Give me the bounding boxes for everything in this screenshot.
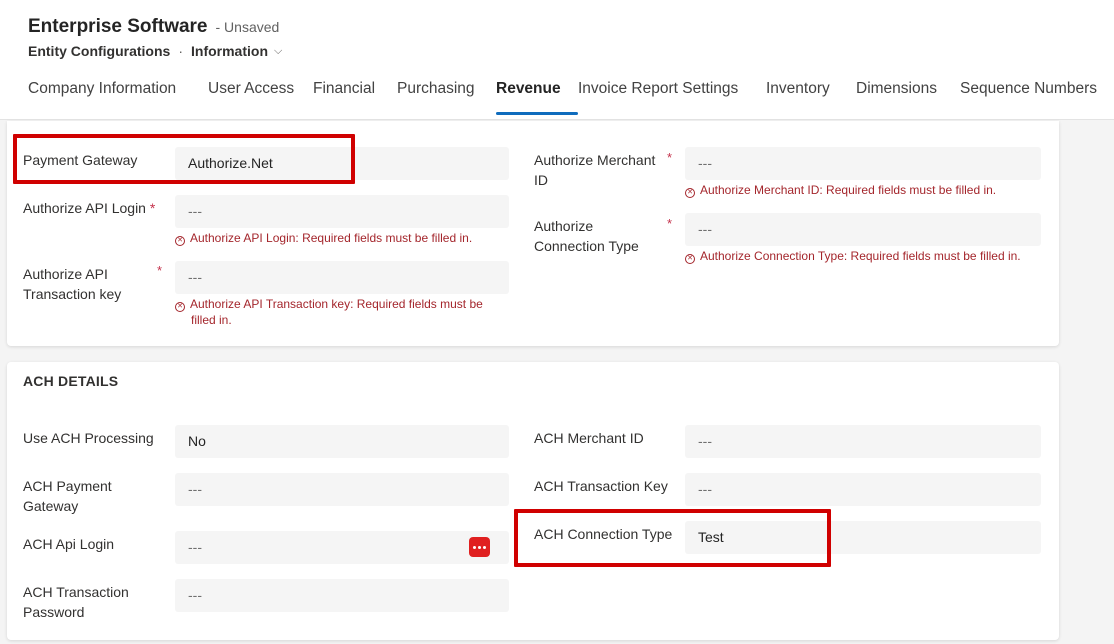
save-status: - Unsaved [215,19,280,35]
chevron-down-icon[interactable]: ⌵ [274,45,282,58]
txn-key-error: ✕ Authorize API Transaction key: Required… [175,296,509,328]
section-title: ACH DETAILS [23,373,119,389]
ach-txn-key-field[interactable]: --- [685,473,1041,506]
use-ach-processing-label: Use ACH Processing [23,430,154,446]
api-login-field[interactable]: --- [175,195,509,228]
ach-txn-key-label: ACH Transaction Key [534,478,668,494]
ach-merchant-id-label: ACH Merchant ID [534,430,644,446]
breadcrumb: Entity Configurations · Information ⌵ [28,43,282,59]
connection-type-field[interactable]: --- [685,213,1041,246]
tab-revenue[interactable]: Revenue [496,80,578,116]
merchant-id-label: Authorize Merchant ID [534,152,656,188]
error-circle-icon: ✕ [175,236,185,246]
ach-txn-password-field[interactable]: --- [175,579,509,612]
tab-dimensions[interactable]: Dimensions [856,80,960,116]
tab-sequence-numbers[interactable]: Sequence Numbers [960,80,1100,116]
ach-txn-password-label: ACH Transaction Password [23,584,129,620]
merchant-id-error: ✕ Authorize Merchant ID: Required fields … [685,182,1041,198]
connection-type-label: Authorize Connection Type [534,218,639,254]
record-title: Enterprise Software [28,16,208,37]
more-dots-icon[interactable] [469,537,490,557]
required-asterisk: * [667,216,673,231]
api-login-label: Authorize API Login * [23,200,156,216]
merchant-id-field[interactable]: --- [685,147,1041,180]
error-circle-icon: ✕ [685,188,695,198]
required-asterisk: * [667,150,673,165]
highlight-box-payment-gateway [13,134,355,184]
tab-list: Company Information User Access Financia… [28,80,1100,116]
connection-type-error: ✕ Authorize Connection Type: Required fie… [685,248,1041,264]
ach-api-login-field[interactable]: --- [175,531,509,564]
api-login-error: ✕ Authorize API Login: Required fields mu… [175,230,509,246]
entity-name: Entity Configurations [28,43,171,59]
required-asterisk: * [149,200,156,216]
tab-company-information[interactable]: Company Information [28,80,208,116]
tab-user-access[interactable]: User Access [208,80,313,116]
highlight-box-ach-connection-type [514,509,831,567]
required-asterisk: * [157,263,163,278]
breadcrumb-separator: · [178,43,183,59]
form-selector[interactable]: Information [191,43,268,59]
tab-inventory[interactable]: Inventory [766,80,856,116]
form-header: Enterprise Software - Unsaved Entity Con… [0,0,1114,120]
error-circle-icon: ✕ [685,254,695,264]
error-circle-icon: ✕ [175,302,185,312]
txn-key-label: Authorize API Transaction key [23,266,122,302]
tab-financial[interactable]: Financial [313,80,397,116]
ach-merchant-id-field[interactable]: --- [685,425,1041,458]
title-row: Enterprise Software - Unsaved [28,16,279,38]
txn-key-field[interactable]: --- [175,261,509,294]
tab-purchasing[interactable]: Purchasing [397,80,496,116]
tab-invoice-report-settings[interactable]: Invoice Report Settings [578,80,766,116]
ach-payment-gateway-field[interactable]: --- [175,473,509,506]
ach-payment-gateway-label: ACH Payment Gateway [23,478,112,514]
use-ach-processing-field[interactable]: No [175,425,509,458]
ach-api-login-label: ACH Api Login [23,536,115,552]
ach-details-section: ACH DETAILS Use ACH Processing No ACH Pa… [7,362,1059,640]
